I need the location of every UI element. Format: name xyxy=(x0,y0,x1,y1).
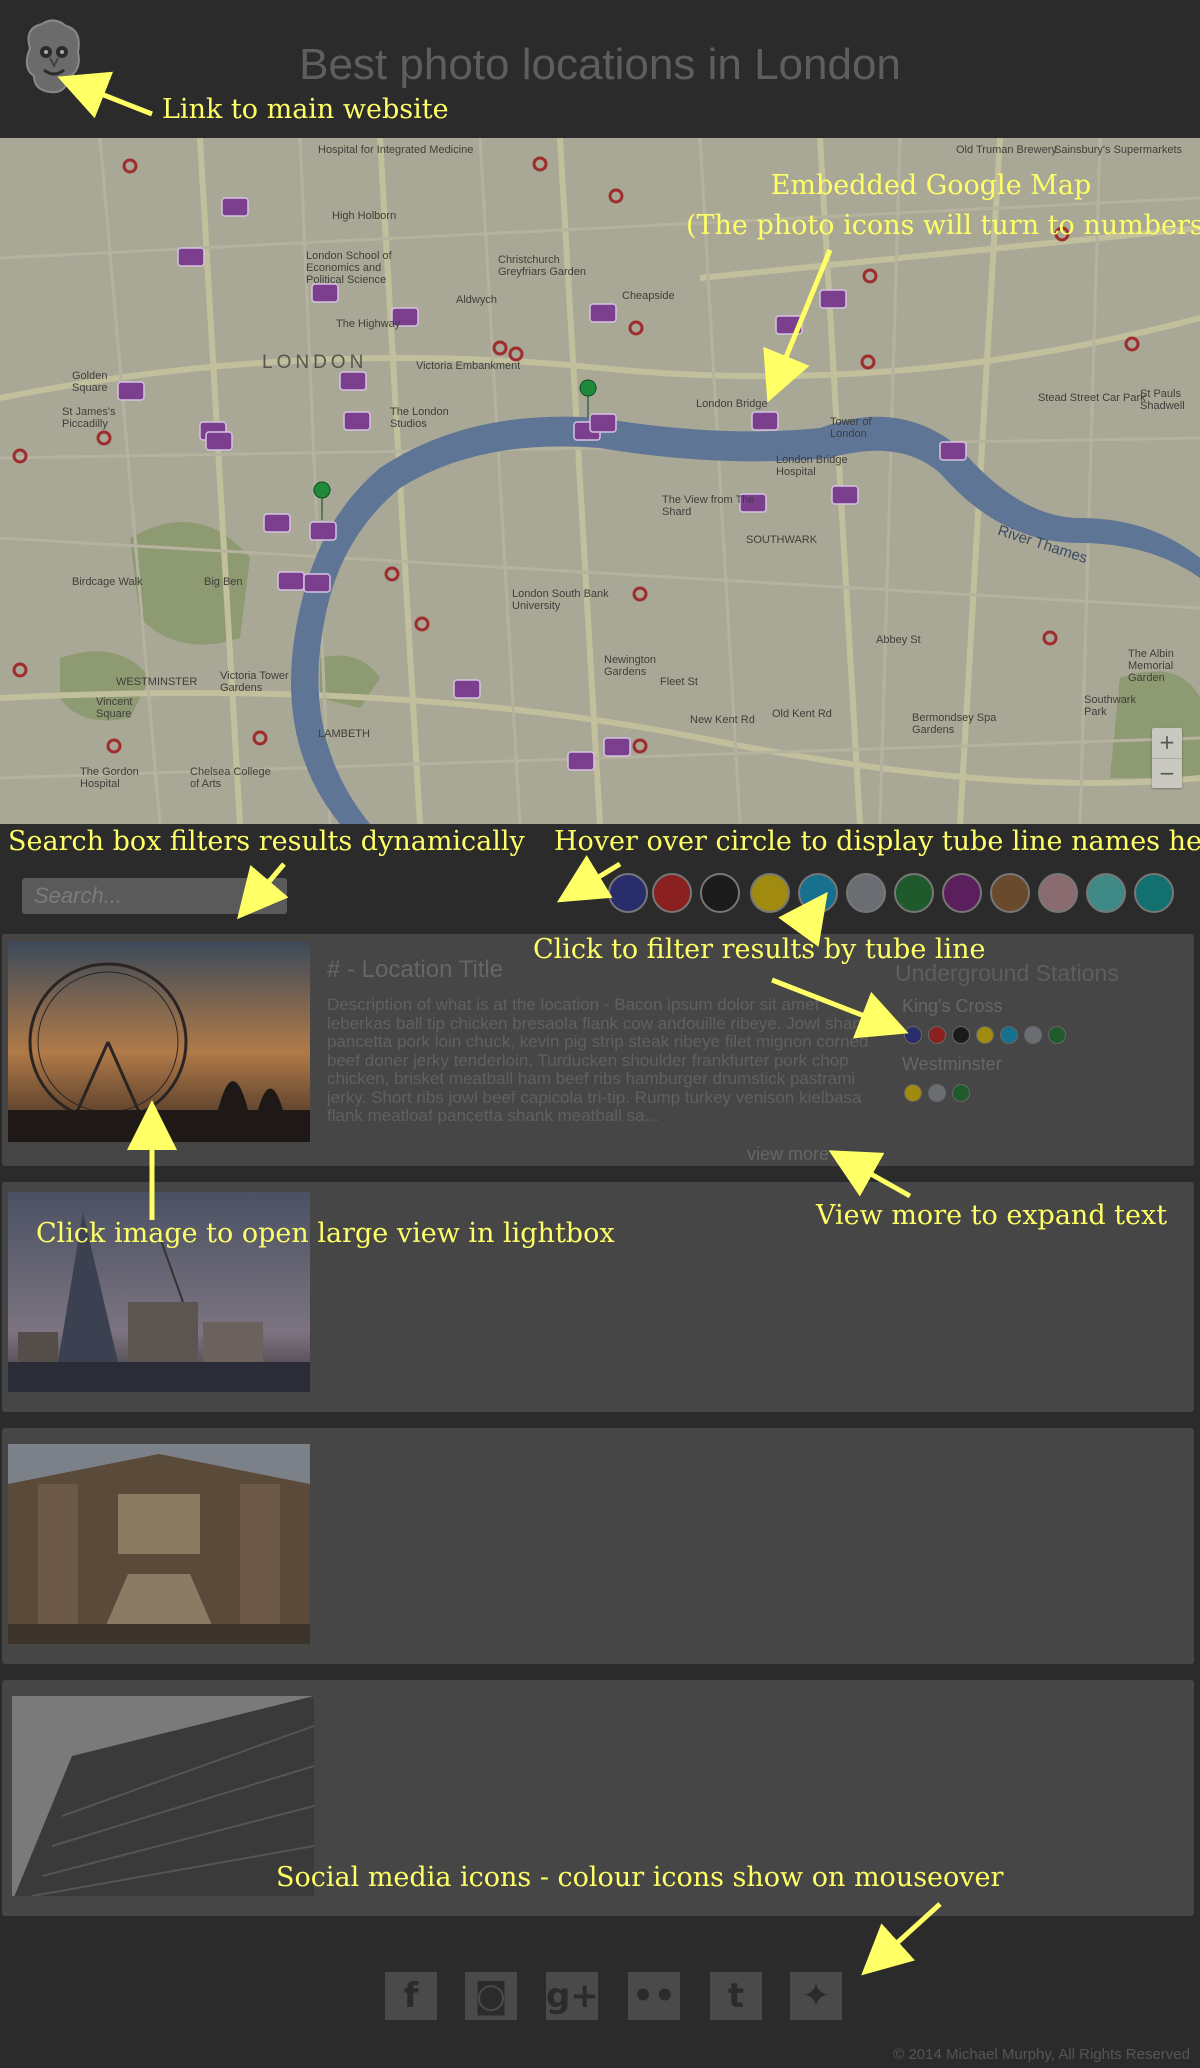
map-label: Bermondsey Spa Gardens xyxy=(912,712,997,736)
map-label: London South Bank University xyxy=(512,588,609,612)
search-input[interactable] xyxy=(22,878,287,914)
annotation-filter: Click to filter results by tube line xyxy=(533,934,986,965)
zoom-in-button[interactable]: + xyxy=(1152,728,1182,758)
map-label: Chelsea College of Arts xyxy=(190,766,271,790)
tube-line-filter-circle[interactable] xyxy=(750,873,790,913)
map-label: The London Studios xyxy=(390,406,449,430)
location-card xyxy=(2,1428,1194,1664)
map-label: Old Truman Brewery xyxy=(956,144,1057,156)
location-description: Description of what is at the location -… xyxy=(327,996,871,1125)
map-label: London Bridge Hospital xyxy=(776,454,848,478)
location-photo-natural-history-museum[interactable] xyxy=(8,1444,310,1644)
map-label: Vincent Square xyxy=(96,696,133,720)
footer: f ◙ g+ •• t ✦ © 2014 Michael Murphy, All… xyxy=(0,1938,1200,2068)
location-card: # - Location Title Description of what i… xyxy=(2,934,1194,1166)
map-label: WESTMINSTER xyxy=(116,676,198,688)
map-label: The Gordon Hospital xyxy=(80,766,139,790)
tube-line-filter-circle[interactable] xyxy=(846,873,886,913)
annotation-map-subtitle: (The photo icons will turn to numbers) xyxy=(686,210,1200,241)
tube-line-filter-circle[interactable] xyxy=(942,873,982,913)
tube-line-dot[interactable] xyxy=(928,1026,946,1044)
map-label: Cheapside xyxy=(622,290,675,302)
location-title: # - Location Title xyxy=(327,956,504,983)
station-name: King's Cross xyxy=(902,996,1003,1016)
map-label: Victoria Tower Gardens xyxy=(220,670,289,694)
tube-line-filter-circle[interactable] xyxy=(700,873,740,913)
twitter-icon[interactable]: ✦ xyxy=(790,1972,842,2020)
map-label: London School of Economics and Political… xyxy=(306,250,392,286)
map-label: New Kent Rd xyxy=(690,714,755,726)
map-label: St James's Piccadilly xyxy=(62,406,116,430)
annotation-social: Social media icons - colour icons show o… xyxy=(276,1862,1004,1893)
annotation-map-title: Embedded Google Map xyxy=(770,170,1092,201)
facebook-icon[interactable]: f xyxy=(385,1972,437,2020)
annotation-hover: Hover over circle to display tube line n… xyxy=(554,826,1200,857)
annotation-view-more: View more to expand text xyxy=(816,1200,1168,1231)
map-label: Golden Square xyxy=(72,370,108,394)
tube-line-dot[interactable] xyxy=(904,1084,922,1102)
tube-line-filter-circle[interactable] xyxy=(652,873,692,913)
map-label: Christchurch Greyfriars Garden xyxy=(498,254,587,278)
tube-line-dot[interactable] xyxy=(904,1026,922,1044)
map-label: Sainsbury's Supermarkets xyxy=(1054,144,1183,156)
flickr-icon[interactable]: •• xyxy=(628,1972,680,2020)
tube-line-dot[interactable] xyxy=(928,1084,946,1102)
tube-line-filter-circle[interactable] xyxy=(990,873,1030,913)
map-label: St Pauls Shadwell xyxy=(1140,388,1185,412)
tube-line-filter-circle[interactable] xyxy=(894,873,934,913)
map-label: Aldwych xyxy=(456,294,497,306)
tube-line-filter-circle[interactable] xyxy=(608,873,648,913)
map-label: Newington Gardens xyxy=(604,654,656,678)
map-label: Abbey St xyxy=(876,634,921,646)
map-label: Old Kent Rd xyxy=(772,708,832,720)
map-label: Big Ben xyxy=(204,576,243,588)
map-label: Southwark Park xyxy=(1084,694,1136,718)
tumblr-icon[interactable]: t xyxy=(710,1972,762,2020)
instagram-icon[interactable]: ◙ xyxy=(465,1972,517,2020)
map-label: The View from The Shard xyxy=(662,494,755,518)
tube-line-dot[interactable] xyxy=(1000,1026,1018,1044)
location-photo-tower-block[interactable] xyxy=(12,1696,314,1896)
tube-line-dot[interactable] xyxy=(976,1026,994,1044)
map-label: London Bridge xyxy=(696,398,768,410)
map-label: Birdcage Walk xyxy=(72,576,143,588)
map-label-london: LONDON xyxy=(262,352,368,373)
tube-line-dot[interactable] xyxy=(1024,1026,1042,1044)
google-plus-icon[interactable]: g+ xyxy=(546,1972,599,2020)
station-name: Westminster xyxy=(902,1054,1002,1074)
zoom-out-button[interactable]: − xyxy=(1152,758,1182,788)
map-label: The Albin Memorial Garden xyxy=(1128,648,1174,684)
map-label: Hospital for Integrated Medicine xyxy=(318,144,474,156)
annotation-logo: Link to main website xyxy=(162,94,449,125)
page-title: Best photo locations in London xyxy=(299,40,901,89)
tube-line-filter-circle[interactable] xyxy=(1038,873,1078,913)
tube-line-filter-circle[interactable] xyxy=(1134,873,1174,913)
map-label: SOUTHWARK xyxy=(746,534,818,546)
annotation-lightbox: Click image to open large view in lightb… xyxy=(36,1218,615,1249)
tube-line-dot[interactable] xyxy=(952,1084,970,1102)
map-zoom-control: + − xyxy=(1152,728,1182,788)
map-label: The Highway xyxy=(336,318,401,330)
map-label: Stead Street Car Park xyxy=(1038,392,1146,404)
tube-line-dot[interactable] xyxy=(1048,1026,1066,1044)
map-label: Victoria Embankment xyxy=(416,360,521,372)
map-label: Fleet St xyxy=(660,676,698,688)
tube-line-dot[interactable] xyxy=(952,1026,970,1044)
map-label: High Holborn xyxy=(332,210,397,222)
map-label: Tower of London xyxy=(830,416,872,440)
tube-line-filter-circle[interactable] xyxy=(1086,873,1126,913)
tube-line-filter-circle[interactable] xyxy=(798,873,838,913)
copyright-text: © 2014 Michael Murphy, All Rights Reserv… xyxy=(893,2046,1190,2063)
annotation-search: Search box filters results dynamically xyxy=(8,826,525,857)
view-more-link[interactable]: view more xyxy=(747,1144,829,1165)
location-photo-london-eye[interactable] xyxy=(8,942,310,1142)
map-label: LAMBETH xyxy=(318,728,370,740)
